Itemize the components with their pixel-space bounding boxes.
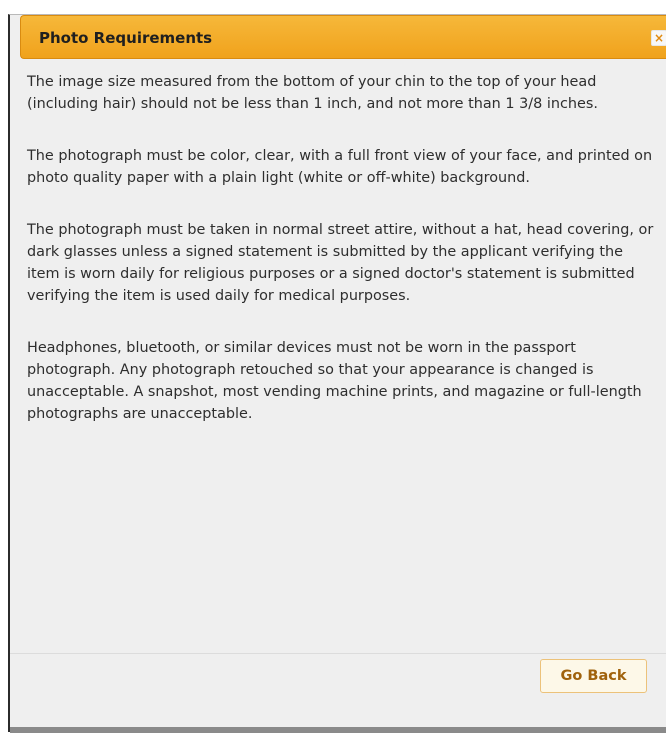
dialog-bottom-edge <box>10 727 666 733</box>
dialog-titlebar: Photo Requirements × <box>20 15 666 59</box>
requirement-paragraph-size: The image size measured from the bottom … <box>27 74 598 112</box>
requirement-paragraph-devices: Headphones, bluetooth, or similar device… <box>27 340 642 422</box>
footer-divider <box>10 653 666 654</box>
requirement-paragraph-color: The photograph must be color, clear, wit… <box>27 148 653 186</box>
dialog-title: Photo Requirements <box>39 29 213 47</box>
dialog-content: The image size measured from the bottom … <box>27 71 655 455</box>
go-back-button[interactable]: Go Back <box>540 659 647 693</box>
requirement-paragraph-attire: The photograph must be taken in normal s… <box>27 222 654 304</box>
close-icon[interactable]: × <box>651 30 666 46</box>
photo-requirements-dialog: Photo Requirements × The image size meas… <box>8 14 666 733</box>
